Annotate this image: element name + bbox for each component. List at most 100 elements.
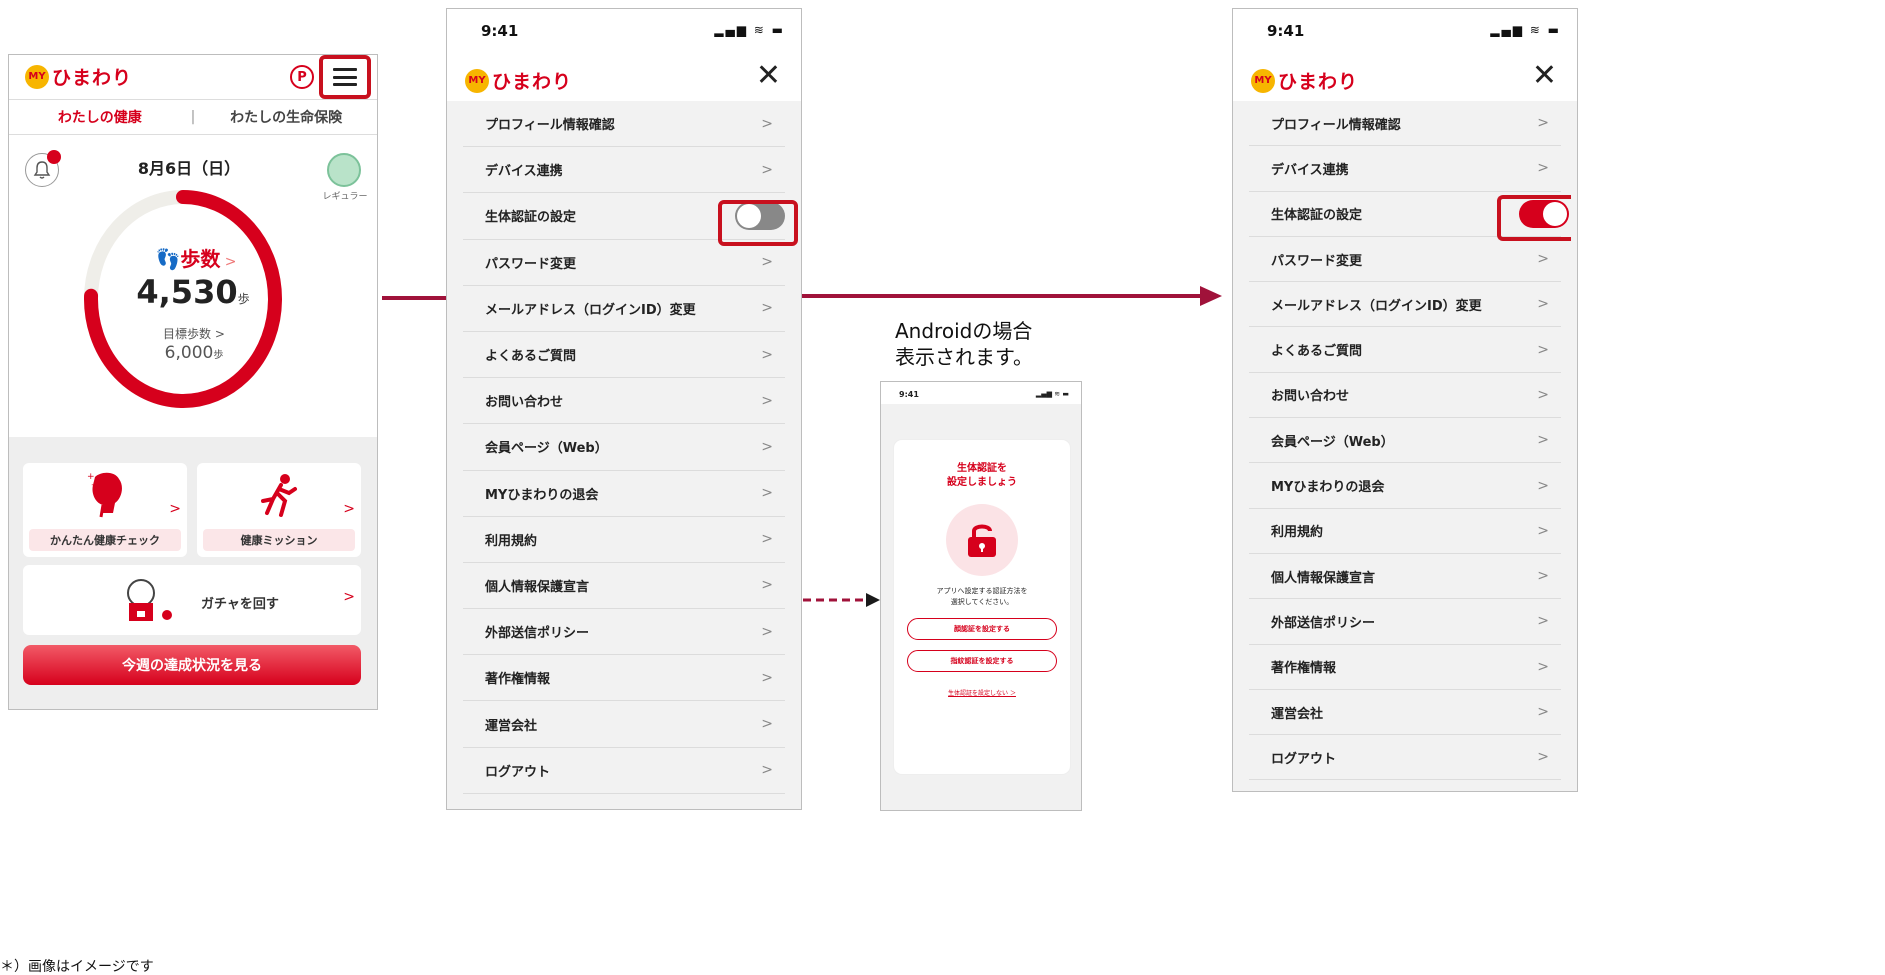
settings-screen-biometric-on: 9:41 ▂▄▆ ≋ ▬ MY ひまわり ✕ プロフィール情報確認 > デバイス連携… bbox=[1232, 8, 1578, 792]
settings-menu-item[interactable]: ログアウト > bbox=[1249, 735, 1561, 781]
settings-menu-item-label: 会員ページ（Web） bbox=[1271, 434, 1394, 450]
skip-biometric-link[interactable]: 生体認証を設定しない ＞ bbox=[894, 688, 1070, 697]
home-bottom-section: + + > かんたん健康チェック > 健康ミッション ガチャを回す > 今週の達… bbox=[9, 437, 377, 709]
tab-my-health[interactable]: わたしの健康 bbox=[9, 107, 191, 127]
dialog-description: アプリへ設定する認証方法を 選択してください。 bbox=[894, 586, 1070, 608]
chevron-right-icon: > bbox=[761, 346, 773, 363]
android-biometric-screen: 9:41 ▂▄▆ ≋ ▬ 生体認証を 設定しましょう アプリへ設定する認証方法を… bbox=[880, 381, 1082, 811]
settings-menu-item[interactable]: デバイス連携 > bbox=[1249, 146, 1561, 192]
hamburger-menu-button[interactable] bbox=[319, 55, 371, 99]
settings-menu-item[interactable]: 著作権情報 > bbox=[1249, 645, 1561, 690]
settings-menu-item[interactable]: メールアドレス（ログインID）変更 > bbox=[463, 286, 785, 332]
chevron-right-icon: > bbox=[1537, 251, 1549, 268]
settings-menu-item[interactable]: よくあるご質問 > bbox=[463, 332, 785, 379]
chevron-right-icon: > bbox=[1537, 568, 1549, 585]
settings-menu-item[interactable]: 外部送信ポリシー > bbox=[463, 609, 785, 656]
chevron-right-icon: > bbox=[1537, 477, 1549, 494]
settings-menu-item-label: メールアドレス（ログインID）変更 bbox=[1271, 298, 1482, 314]
runner-icon bbox=[261, 474, 297, 517]
status-icons: ▂▄▆ ≋ ▬ bbox=[1490, 23, 1561, 37]
settings-menu-item[interactable]: プロフィール情報確認 > bbox=[463, 101, 785, 148]
woman-profile-icon: + + bbox=[87, 472, 122, 518]
settings-menu-item[interactable]: 会員ページ（Web） > bbox=[1249, 418, 1561, 464]
settings-menu-item-label: 個人情報保護宣言 bbox=[1271, 570, 1376, 586]
status-icons: ▂▄▆ ≋ ▬ bbox=[1035, 390, 1069, 398]
settings-menu-item[interactable]: 著作権情報 > bbox=[463, 655, 785, 702]
settings-menu-item[interactable]: 利用規約 > bbox=[1249, 509, 1561, 554]
settings-menu-item[interactable]: パスワード変更 > bbox=[463, 240, 785, 286]
steps-unit: 歩 bbox=[237, 292, 250, 306]
settings-menu-item-label: よくあるご質問 bbox=[1271, 344, 1363, 360]
settings-menu-item[interactable]: 個人情報保護宣言 > bbox=[463, 563, 785, 610]
settings-menu-item-label: プロフィール情報確認 bbox=[1271, 117, 1401, 133]
settings-menu-item-label: 著作権情報 bbox=[1271, 661, 1337, 677]
logo-mark: MY bbox=[465, 68, 489, 93]
settings-menu-item[interactable]: MYひまわりの退会 > bbox=[463, 471, 785, 517]
android-note-line1: Androidの場合 bbox=[895, 319, 1033, 343]
steps-heading[interactable]: 👣歩数 > bbox=[131, 243, 261, 272]
close-icon[interactable]: ✕ bbox=[1532, 61, 1557, 91]
chevron-right-icon: > bbox=[761, 762, 773, 779]
settings-menu-item-label: 著作権情報 bbox=[485, 672, 551, 688]
avatar[interactable] bbox=[327, 153, 361, 187]
settings-menu-item-label: 個人情報保護宣言 bbox=[485, 579, 590, 595]
settings-menu-item[interactable]: メールアドレス（ログインID）変更 > bbox=[1249, 282, 1561, 328]
chevron-right-icon: > bbox=[761, 254, 773, 271]
settings-menu-item-label: 生体認証の設定 bbox=[485, 210, 577, 226]
points-icon[interactable]: P bbox=[290, 65, 314, 89]
health-mission-label: 健康ミッション bbox=[203, 529, 355, 551]
settings-menu-item-label: デバイス連携 bbox=[1271, 162, 1349, 178]
settings-menu-item[interactable]: 個人情報保護宣言 > bbox=[1249, 554, 1561, 600]
steps-count: 4,530歩 bbox=[113, 273, 273, 311]
health-mission-card[interactable]: > 健康ミッション bbox=[197, 463, 361, 557]
face-auth-button[interactable]: 顔認証を設定する bbox=[907, 618, 1057, 640]
settings-menu-item[interactable]: 外部送信ポリシー > bbox=[1249, 599, 1561, 645]
chevron-right-icon: > bbox=[761, 577, 773, 594]
settings-menu-item-label: MYひまわりの退会 bbox=[485, 487, 599, 503]
settings-menu-item[interactable]: 運営会社 > bbox=[463, 701, 785, 748]
settings-header: MY ひまわり ✕ bbox=[447, 53, 801, 101]
settings-menu-item[interactable]: 運営会社 > bbox=[1249, 690, 1561, 736]
tab-my-insurance[interactable]: わたしの生命保険 bbox=[195, 107, 377, 127]
settings-menu-item-label: 生体認証の設定 bbox=[1271, 208, 1363, 224]
settings-menu-item-label: パスワード変更 bbox=[485, 256, 577, 272]
dialog-title-line1: 生体認証を bbox=[957, 463, 1007, 474]
settings-menu-item-label: 外部送信ポリシー bbox=[1271, 615, 1376, 631]
settings-menu-item[interactable]: パスワード変更 > bbox=[1249, 237, 1561, 283]
chevron-right-icon: > bbox=[1537, 115, 1549, 132]
gacha-machine-icon bbox=[127, 579, 172, 621]
settings-menu-item-label: パスワード変更 bbox=[1271, 253, 1363, 269]
settings-menu-item[interactable]: 利用規約 > bbox=[463, 517, 785, 563]
fingerprint-auth-button[interactable]: 指紋認証を設定する bbox=[907, 650, 1057, 672]
settings-menu-item-label: 会員ページ（Web） bbox=[485, 441, 608, 457]
settings-menu-item[interactable]: 会員ページ（Web） > bbox=[463, 424, 785, 471]
notification-badge bbox=[47, 150, 61, 164]
goal-steps-link[interactable]: 目標歩数 > bbox=[129, 325, 259, 342]
chevron-right-icon: > bbox=[761, 115, 773, 132]
chevron-right-icon: > bbox=[1537, 522, 1549, 539]
settings-menu-item-label: 利用規約 bbox=[485, 533, 538, 549]
chevron-right-icon: > bbox=[761, 392, 773, 409]
app-logo: MY ひまわり bbox=[25, 63, 132, 90]
settings-menu-item[interactable]: ログアウト > bbox=[463, 748, 785, 794]
settings-menu-item[interactable]: お問い合わせ > bbox=[1249, 373, 1561, 419]
chevron-right-icon: > bbox=[1537, 704, 1549, 720]
settings-menu-item[interactable]: MYひまわりの退会 > bbox=[1249, 463, 1561, 509]
flow-arrow-line bbox=[382, 296, 446, 300]
settings-menu-item-label: MYひまわりの退会 bbox=[1271, 480, 1385, 496]
health-check-card[interactable]: + + > かんたん健康チェック bbox=[23, 463, 187, 557]
chevron-right-icon: > bbox=[1537, 341, 1549, 358]
chevron-right-icon: > bbox=[1537, 658, 1549, 675]
chevron-right-icon: > bbox=[1537, 613, 1549, 630]
close-icon[interactable]: ✕ bbox=[756, 61, 781, 91]
settings-menu-item-label: お問い合わせ bbox=[485, 395, 564, 411]
settings-menu-item[interactable]: お問い合わせ > bbox=[463, 378, 785, 425]
home-date: 8月6日（日） bbox=[137, 159, 241, 178]
weekly-progress-button[interactable]: 今週の達成状況を見る bbox=[23, 645, 361, 685]
status-time: 9:41 bbox=[1267, 22, 1305, 40]
settings-menu-item[interactable]: プロフィール情報確認 > bbox=[1249, 101, 1561, 147]
settings-menu-item[interactable]: デバイス連携 > bbox=[463, 147, 785, 194]
settings-menu-item-label: ログアウト bbox=[485, 764, 551, 780]
gacha-card[interactable]: ガチャを回す > bbox=[23, 565, 361, 635]
settings-menu-item[interactable]: よくあるご質問 > bbox=[1249, 327, 1561, 373]
